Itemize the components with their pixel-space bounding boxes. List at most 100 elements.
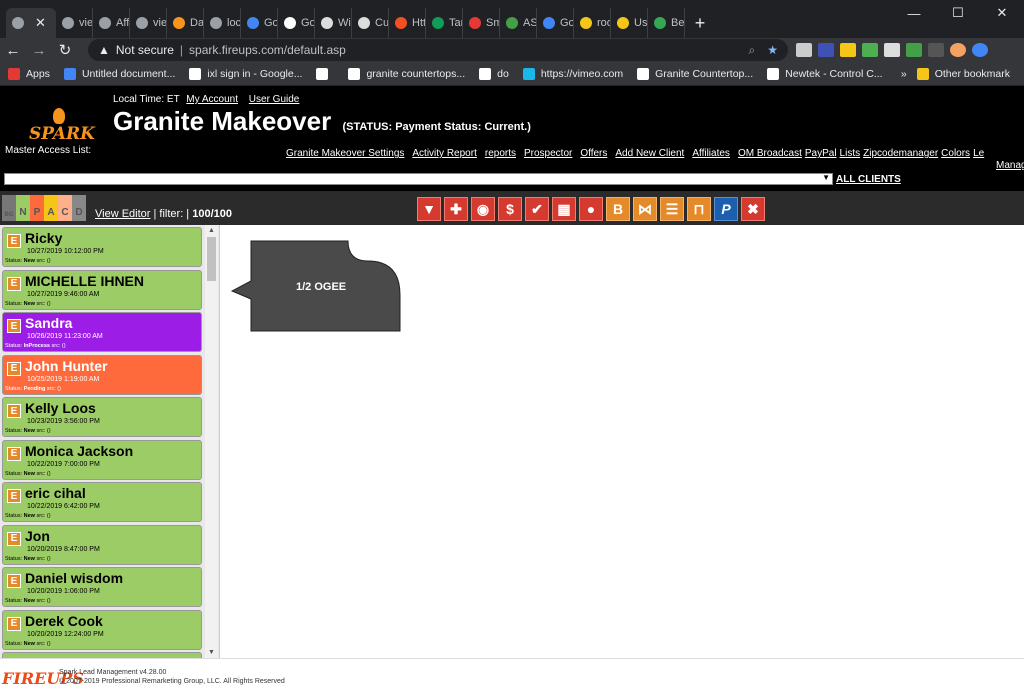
browser-tab[interactable]: Das	[167, 8, 204, 38]
scroll-down-icon[interactable]: ▼	[208, 649, 215, 656]
zoom-icon[interactable]: ⌕	[749, 43, 756, 58]
extension-icon[interactable]	[928, 43, 944, 57]
grid-icon[interactable]: ▦	[552, 197, 576, 221]
lead-item[interactable]: E Ricky 10/27/2019 10:12:00 PM Status: New …	[2, 227, 202, 267]
scroll-thumb[interactable]	[207, 237, 216, 281]
extension-icon[interactable]	[884, 43, 900, 57]
nav-link-reports[interactable]: reports	[485, 148, 516, 159]
nav-link-manage[interactable]: Manag	[996, 160, 1024, 171]
extension-icon[interactable]	[862, 43, 878, 57]
close-window-icon[interactable]: ✕	[980, 0, 1024, 26]
browser-tab[interactable]: loca	[204, 8, 241, 38]
extension-icon[interactable]	[796, 43, 812, 57]
extension-icon[interactable]	[818, 43, 834, 57]
filter-tab[interactable]: D	[72, 195, 86, 221]
view-editor-link[interactable]: View Editor	[95, 208, 150, 220]
nav-link-zipcodemanager[interactable]: Zipcodemanager	[863, 148, 938, 159]
browser-tab[interactable]: viev	[130, 8, 167, 38]
tab-close-icon[interactable]: ✕	[35, 15, 46, 31]
all-clients-link[interactable]: ALL CLIENTS	[836, 174, 901, 185]
nav-link-om-broadcast[interactable]: OM Broadcast	[738, 148, 802, 159]
bookmark-item[interactable]	[316, 67, 334, 80]
filter-tab[interactable]: BG	[2, 195, 16, 221]
lead-item[interactable]: Eeric cihal 10/22/2019 6:42:00 PM Status: …	[2, 482, 202, 522]
bookmark-item[interactable]: Granite Countertop...	[637, 67, 753, 80]
lead-list-scrollbar[interactable]: ▲ ▼	[205, 225, 218, 658]
lead-item[interactable]: E Daniel wisdom 10/20/2019 1:06:00 PM Statu…	[2, 567, 202, 607]
browser-tab[interactable]: Wik	[315, 8, 352, 38]
dollar-icon[interactable]: $	[498, 197, 522, 221]
bookmark-item[interactable]: granite countertops...	[348, 67, 465, 80]
bookmark-item[interactable]: Untitled document...	[63, 67, 175, 80]
nav-link-activity-report[interactable]: Activity Report	[412, 148, 476, 159]
other-bookmarks[interactable]: Other bookmark	[916, 67, 1010, 80]
browser-tab[interactable]: ✕	[6, 8, 56, 38]
x-icon[interactable]: ✖	[741, 197, 765, 221]
extension-icon[interactable]	[906, 43, 922, 57]
browser-tab[interactable]: roo	[574, 8, 611, 38]
new-tab-icon[interactable]: +	[685, 8, 715, 38]
forklift-icon[interactable]: ⊓	[687, 197, 711, 221]
bowtie-icon[interactable]: ⋈	[633, 197, 657, 221]
reload-icon[interactable]: ↻	[52, 41, 78, 59]
check-icon[interactable]: ✔	[525, 197, 549, 221]
target-icon[interactable]: ◉	[471, 197, 495, 221]
funnel-icon[interactable]: ▼	[417, 197, 441, 221]
filter-tab[interactable]: A	[44, 195, 58, 221]
nav-link-prospector[interactable]: Prospector	[524, 148, 572, 159]
paypal-icon[interactable]: P	[714, 197, 738, 221]
browser-tab[interactable]: Use	[611, 8, 648, 38]
plus-icon[interactable]: ✚	[444, 197, 468, 221]
maximize-icon[interactable]: ☐	[936, 0, 980, 26]
browser-tab[interactable]: Sma	[463, 8, 500, 38]
browser-tab[interactable]: Goo	[278, 8, 315, 38]
lead-item[interactable]: E Monica Jackson 10/22/2019 7:00:00 PM Stat…	[2, 439, 202, 480]
notes-icon[interactable]: ☰	[660, 197, 684, 221]
browser-tab[interactable]: Bes	[648, 8, 685, 38]
nav-link-colors[interactable]: Colors	[941, 148, 970, 159]
browser-tab[interactable]: ASI	[500, 8, 537, 38]
filter-tab[interactable]: C	[58, 195, 72, 221]
my-account-link[interactable]: My Account	[186, 94, 238, 105]
nav-link-le[interactable]: Le	[973, 148, 984, 159]
forward-icon[interactable]: →	[26, 42, 52, 59]
filter-tab[interactable]: N	[16, 195, 30, 221]
minimize-icon[interactable]: —	[892, 0, 936, 26]
client-select[interactable]: ▼	[4, 173, 833, 185]
lead-item[interactable]: E Derek Cook 10/20/2019 12:24:00 PM Status:…	[2, 609, 202, 650]
browser-tab[interactable]: Tam	[426, 8, 463, 38]
scroll-up-icon[interactable]: ▲	[208, 227, 215, 234]
nav-link-affiliates[interactable]: Affiliates	[692, 148, 730, 159]
lead-item[interactable]: E Kelly Loos 10/23/2019 3:56:00 PM Status: …	[2, 397, 202, 437]
bookmark-item[interactable]: do	[479, 67, 509, 80]
nav-link-paypal[interactable]: PayPal	[805, 148, 837, 159]
menu-icon[interactable]	[972, 43, 988, 57]
browser-tab[interactable]: Cus	[352, 8, 389, 38]
extension-icon[interactable]	[840, 43, 856, 57]
lead-item[interactable]: E MICHELLE IHNEN 10/27/2019 9:46:00 AM Stat…	[2, 269, 202, 310]
browser-tab[interactable]: Http	[389, 8, 426, 38]
bookmark-item[interactable]: Newtek - Control C...	[767, 67, 883, 80]
nav-link-lists[interactable]: Lists	[840, 148, 861, 159]
nav-link-add-new-client[interactable]: Add New Client	[615, 148, 684, 159]
browser-tab[interactable]: Affc	[93, 8, 130, 38]
browser-tab[interactable]: Goo	[537, 8, 574, 38]
bookmarks-more-button[interactable]: »	[901, 68, 907, 80]
lead-item[interactable]: E Sandra 10/26/2019 11:23:00 AM Status: InP…	[2, 312, 202, 352]
lead-item[interactable]: E Jon 10/20/2019 8:47:00 PM Status: New src…	[2, 524, 202, 565]
back-icon[interactable]: ←	[0, 42, 26, 59]
lead-item[interactable]: E John Hunter 10/25/2019 1:19:00 AM Status:…	[2, 354, 202, 395]
browser-tab[interactable]: viev	[56, 8, 93, 38]
filter-tab[interactable]: P	[30, 195, 44, 221]
bookmark-item[interactable]: https://vimeo.com	[522, 67, 623, 80]
browser-tab[interactable]: Goo	[241, 8, 278, 38]
url-input[interactable]: ▲ Not secure | spark.fireups.com/default…	[88, 39, 788, 61]
b-icon[interactable]: B	[606, 197, 630, 221]
profile-avatar[interactable]	[950, 43, 966, 57]
user-guide-link[interactable]: User Guide	[249, 94, 300, 105]
bookmark-item[interactable]: Apps	[8, 67, 50, 80]
person-icon[interactable]: ●	[579, 197, 603, 221]
nav-link-offers[interactable]: Offers	[580, 148, 607, 159]
bookmark-item[interactable]: ixl sign in - Google...	[189, 67, 302, 80]
nav-link-granite-makeover-settings[interactable]: Granite Makeover Settings	[286, 148, 404, 159]
